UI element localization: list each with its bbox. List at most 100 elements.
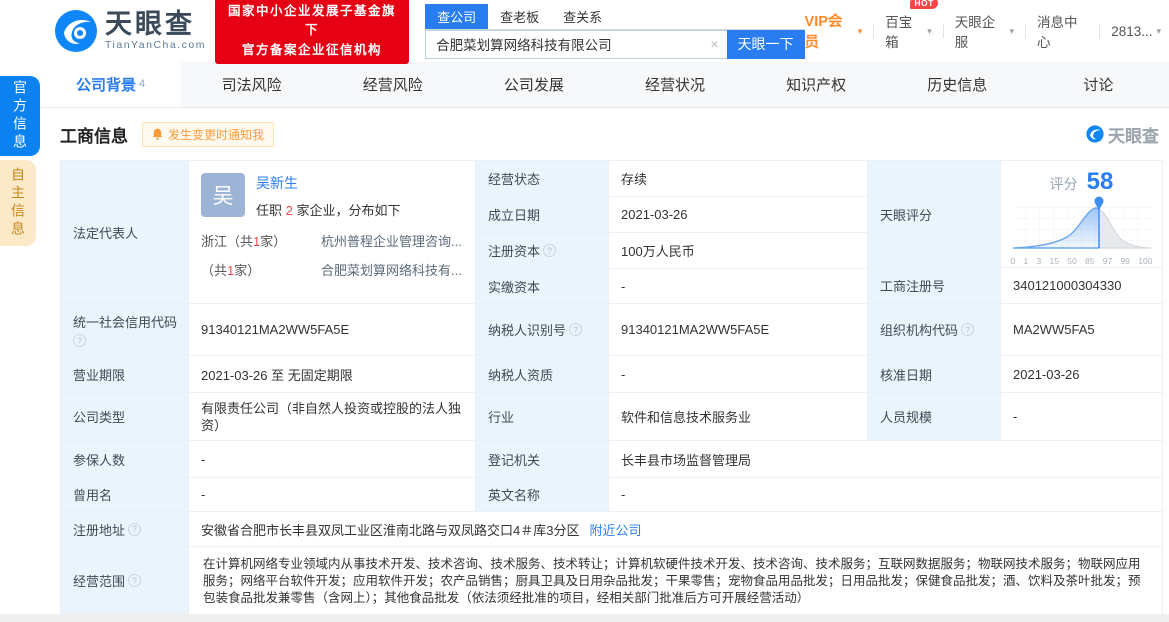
field-label-org-code: 组织机构代码? <box>868 304 1001 356</box>
search-input[interactable] <box>425 29 727 59</box>
tab-judicial-risk[interactable]: 司法风险 <box>181 62 322 107</box>
chevron-down-icon: ▾ <box>857 25 863 36</box>
tianyancha-logo-icon <box>55 10 97 52</box>
menu-vip[interactable]: VIP会员 ▾ <box>805 10 863 52</box>
side-tab-self-info[interactable]: 自主信息 <box>0 160 36 246</box>
tab-operating-risk[interactable]: 经营风险 <box>322 62 463 107</box>
legal-representative-card: 吴 吴新生 任职 2 家企业，分布如下 浙江（共1家） 杭州普程企业管理咨询..… <box>189 161 476 304</box>
field-label-taxpayer-qualification: 纳税人资质 <box>476 356 609 393</box>
help-icon[interactable]: ? <box>961 323 975 336</box>
header-menu: VIP会员 ▾ HOT 百宝箱 ▾ 天眼企服 ▾ 消息中心 2813... ▾ <box>805 0 1169 52</box>
distribution-region: 浙江（共1家） <box>201 234 287 249</box>
side-tab-official-info[interactable]: 官方信息 <box>0 76 40 156</box>
field-value-status: 存续 <box>609 161 868 197</box>
distribution-company-link[interactable]: 杭州普程企业管理咨询... <box>321 231 463 250</box>
field-value-taxpayer-qualification: - <box>609 356 868 393</box>
search-tab-relation[interactable]: 查关系 <box>551 4 614 29</box>
search-tab-boss[interactable]: 查老板 <box>488 4 551 29</box>
score-label: 评分 <box>1049 176 1078 192</box>
chevron-down-icon: ▾ <box>1156 25 1162 36</box>
field-value-registration-number: 340121000304330 <box>1001 268 1163 304</box>
menu-message-center[interactable]: 消息中心 <box>1037 11 1088 51</box>
company-section-tabs: 公司背景 4 司法风险 经营风险 公司发展 经营状况 知识产权 历史信息 讨论 <box>40 62 1169 108</box>
field-label-industry: 行业 <box>476 393 609 441</box>
tianyancha-watermark-icon <box>1086 125 1104 143</box>
business-info-table: 法定代表人 吴 吴新生 任职 2 家企业，分布如下 浙江（共1家） 杭州普程企业… <box>60 160 1163 615</box>
score-axis-ticks: 0 1 3 15 50 85 97 99 100 <box>1010 256 1153 266</box>
field-value-registered-address: 安徽省合肥市长丰县双凤工业区淮南北路与双凤路交口4＃库3分区 附近公司 <box>189 512 1163 547</box>
top-header: 天眼查 TianYanCha.com 国家中小企业发展子基金旗下 官方备案企业征… <box>0 0 1169 65</box>
field-value-paid-in-capital: - <box>609 269 868 304</box>
tab-discussion[interactable]: 讨论 <box>1028 62 1169 107</box>
menu-toolbox[interactable]: HOT 百宝箱 ▾ <box>885 0 938 51</box>
field-label-company-type: 公司类型 <box>61 393 189 441</box>
field-value-business-term: 2021-03-26 至 无固定期限 <box>189 356 476 393</box>
notify-on-change-button[interactable]: 发生变更时通知我 <box>142 121 275 147</box>
field-label-english-name: 英文名称 <box>476 478 609 512</box>
chevron-down-icon: ▾ <box>1009 25 1015 36</box>
field-label-taxpayer-id: 纳税人识别号? <box>476 304 609 356</box>
tianyancha-logo[interactable]: 天眼查 TianYanCha.com <box>54 9 206 53</box>
field-value-registered-capital: 100万人民币 <box>609 233 868 269</box>
menu-divider <box>942 24 944 38</box>
score-value: 58 <box>1086 168 1114 195</box>
tab-count-badge: 4 <box>139 77 146 90</box>
logo-domain: TianYanCha.com <box>105 39 206 52</box>
field-label-approval-date: 核准日期 <box>868 356 1001 393</box>
menu-divider <box>1099 24 1101 38</box>
certification-badge-line2: 官方备案企业征信机构 <box>242 42 383 57</box>
legal-representative-link[interactable]: 吴新生 <box>256 173 298 193</box>
help-icon[interactable]: ? <box>128 574 142 587</box>
field-label-business-term: 营业期限 <box>61 356 189 393</box>
search-block: 查公司 查老板 查关系 × 天眼一下 <box>425 3 805 59</box>
menu-divider <box>873 24 875 38</box>
avatar[interactable]: 吴 <box>201 173 245 217</box>
field-label-status: 经营状态 <box>476 161 609 197</box>
help-icon[interactable]: ? <box>543 244 557 257</box>
distribution-region: （共1家） <box>201 263 261 278</box>
chevron-down-icon: ▾ <box>927 25 932 36</box>
search-button[interactable]: 天眼一下 <box>726 29 805 59</box>
score-chart: 评分 58 0 1 3 15 50 85 97 99 100 <box>1001 161 1163 268</box>
clear-search-icon[interactable]: × <box>710 36 718 52</box>
page-bottom-strip <box>0 614 1169 622</box>
field-value-insured-count: - <box>189 441 476 478</box>
nearby-companies-link[interactable]: 附近公司 <box>589 520 641 539</box>
help-icon[interactable]: ? <box>128 522 142 536</box>
menu-account[interactable]: 2813... ▾ <box>1111 24 1161 39</box>
field-label-credit-code: 统一社会信用代码? <box>61 304 189 356</box>
field-value-taxpayer-id: 91340121MA2WW5FA5E <box>609 304 868 356</box>
tab-operating-status[interactable]: 经营状况 <box>605 62 746 107</box>
field-value-registration-authority: 长丰县市场监督管理局 <box>609 441 1163 478</box>
help-icon[interactable]: ? <box>73 334 86 347</box>
search-tab-company[interactable]: 查公司 <box>425 3 489 29</box>
tab-company-background[interactable]: 公司背景 4 <box>40 62 182 107</box>
field-value-established: 2021-03-26 <box>609 197 868 233</box>
tab-intellectual-property[interactable]: 知识产权 <box>746 62 887 107</box>
field-value-company-type: 有限责任公司（非自然人投资或控股的法人独资） <box>189 393 476 441</box>
tab-history-info[interactable]: 历史信息 <box>887 62 1028 107</box>
field-label-former-name: 曾用名 <box>61 478 189 512</box>
field-label-business-scope: 经营范围? <box>61 547 189 615</box>
field-label-staff-size: 人员规模 <box>868 393 1001 441</box>
field-value-english-name: - <box>609 478 1163 512</box>
field-value-business-scope: 在计算机网络专业领域内从事技术开发、技术咨询、技术服务、技术转让；计算机软硬件技… <box>189 547 1163 615</box>
menu-enterprise-services[interactable]: 天眼企服 ▾ <box>955 11 1014 51</box>
field-label-registration-number: 工商注册号 <box>868 268 1001 304</box>
field-label-registration-authority: 登记机关 <box>476 441 609 478</box>
role-count: 2 <box>285 203 293 218</box>
bell-icon <box>152 128 163 140</box>
tab-company-development[interactable]: 公司发展 <box>463 62 604 107</box>
field-value-org-code: MA2WW5FA5 <box>1001 304 1163 356</box>
score-distribution-curve <box>1011 196 1152 249</box>
hot-badge: HOT <box>910 0 938 9</box>
company-distribution: 浙江（共1家） 杭州普程企业管理咨询... （共1家） 合肥菜划算网络科技有..… <box>201 231 463 279</box>
field-label-insured-count: 参保人数 <box>61 441 189 478</box>
field-label-tianyancha-score: 天眼评分 <box>868 161 1001 268</box>
business-info-header: 工商信息 发生变更时通知我 天眼查 <box>60 108 1169 160</box>
field-value-industry: 软件和信息技术服务业 <box>609 393 868 441</box>
help-icon[interactable]: ? <box>569 323 583 336</box>
field-label-registered-capital: 注册资本? <box>476 233 609 269</box>
distribution-company-link[interactable]: 合肥菜划算网络科技有... <box>321 260 463 279</box>
section-title: 工商信息 <box>60 126 128 146</box>
